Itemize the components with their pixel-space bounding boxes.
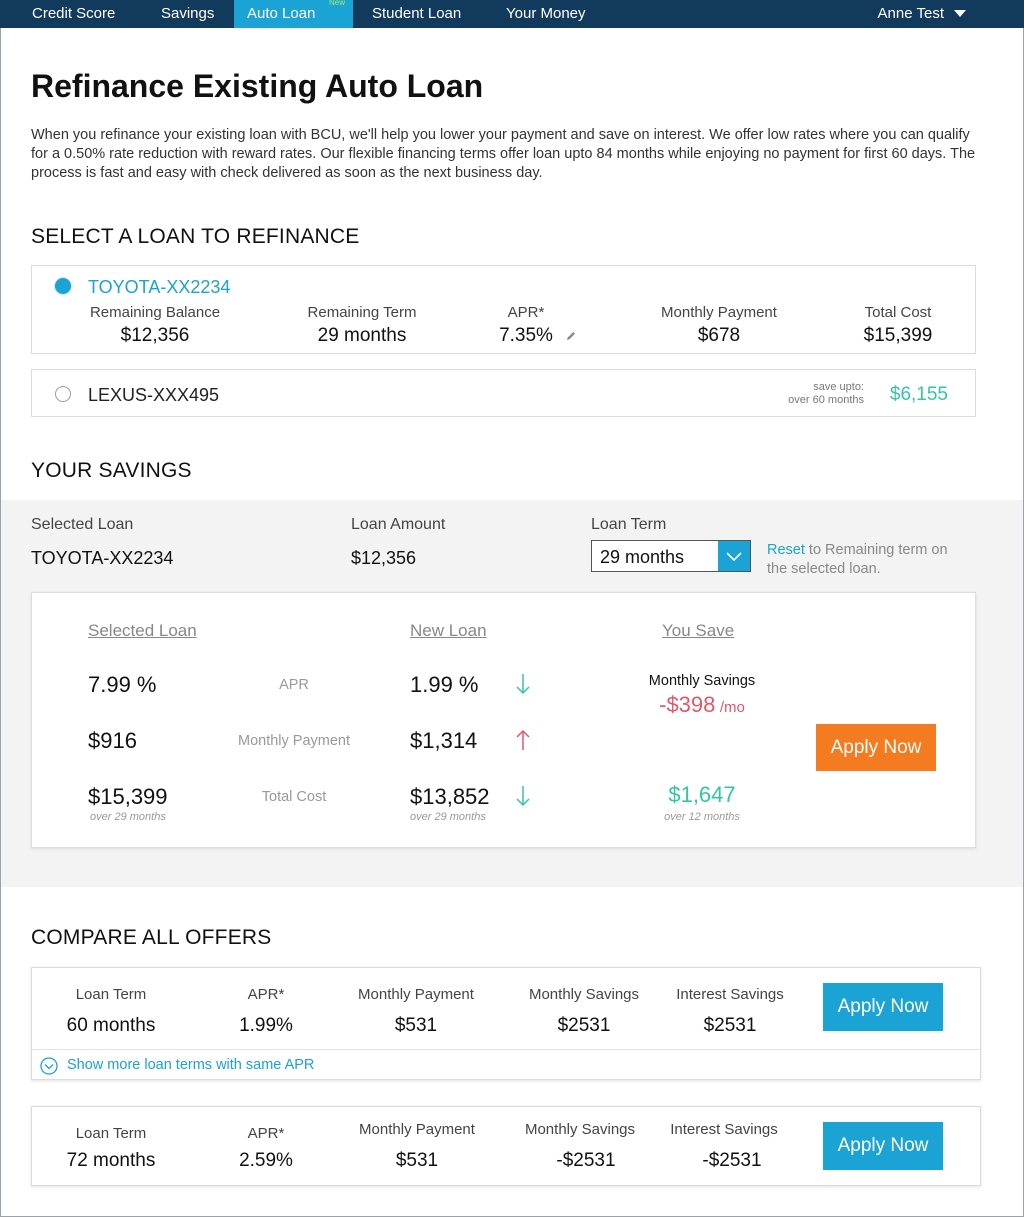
total-cost-value: $15,399 [863,325,933,346]
nav-item-label: Auto Loan [247,5,316,22]
total-cost-label: Total Cost [864,304,932,321]
remaining-balance-value: $12,356 [120,325,190,346]
loan-term-value: 72 months [66,1150,156,1171]
monthly-savings-unit: /mo [719,699,745,716]
save-upto-period: over 60 months [788,394,864,406]
new-monthly-payment: $1,314 [410,728,478,753]
monthly-savings-value: -$2531 [556,1150,616,1171]
your-savings-heading: YOUR SAVINGS [31,459,192,482]
reset-note: Reset to Remaining term on the selected … [767,541,957,579]
chevron-down-circle-icon [40,1057,58,1075]
apply-now-button[interactable]: Apply Now [816,724,936,771]
apr-value: 7.35% [499,325,553,346]
row-label-monthly-payment: Monthly Payment [237,733,351,749]
loan-term-select[interactable]: 29 months [591,540,751,572]
caret-down-icon[interactable] [954,10,966,17]
monthly-savings-label: Monthly Savings [524,1121,636,1138]
monthly-savings-amount: -$398 /mo [622,692,782,718]
total-savings-value: $1,647 [668,782,736,807]
new-total-cost: $13,852 [410,784,490,809]
arrow-up-icon [516,729,530,750]
row-label-total-cost: Total Cost [261,789,327,805]
total-savings-note: over 12 months [664,811,740,823]
offer-card-72: Loan Term 72 months APR* 2.59% Monthly P… [31,1106,981,1186]
save-amount: $6,155 [889,384,948,405]
selected-total-cost: $15,399 [88,784,168,809]
selected-apr: 7.99 % [88,672,157,697]
loan-term-label: Loan Term [75,1125,147,1142]
apply-now-button[interactable]: Apply Now [823,1122,943,1170]
selected-total-cost-note: over 29 months [90,811,166,823]
reset-link[interactable]: Reset [767,542,805,558]
save-upto-note: save upto: over 60 months [732,381,864,407]
apr-label: APR* [247,986,285,1003]
col-header-selected-loan: Selected Loan [88,621,197,640]
nav-item-student-loan[interactable]: Student Loan [372,0,461,28]
monthly-payment-label: Monthly Payment [358,986,474,1003]
radio-unselected-icon[interactable] [55,386,71,402]
monthly-payment-value: $678 [697,325,741,346]
monthly-savings-value: -$398 [659,692,716,717]
intro-text: When you refinance your existing loan wi… [31,127,976,181]
loan-term-value: 60 months [66,1015,156,1036]
remaining-balance-label: Remaining Balance [89,304,221,321]
arrow-down-icon [516,674,530,695]
nav-item-credit-score[interactable]: Credit Score [32,0,115,28]
page-title: Refinance Existing Auto Loan [31,68,484,104]
loan-term-label: Loan Term [75,986,147,1003]
monthly-payment-label: Monthly Payment [359,1121,475,1138]
apply-now-button[interactable]: Apply Now [823,983,943,1031]
loan-amount-value: $12,356 [351,548,417,568]
selected-loan-value: TOYOTA-XX2234 [31,548,174,568]
col-header-you-save: You Save [662,621,735,640]
monthly-payment-value: $531 [394,1015,438,1036]
pencil-icon[interactable] [565,330,577,342]
loan-amount-label: Loan Amount [351,516,446,533]
monthly-savings-value: $2531 [557,1015,611,1036]
apr-label: APR* [507,304,545,321]
nav-item-your-money[interactable]: Your Money [506,0,586,28]
show-more-label: Show more loan terms with same APR [67,1057,315,1073]
save-upto-line: save upto: [813,381,864,393]
apr-value: 1.99% [239,1015,293,1036]
interest-savings-value: -$2531 [702,1150,762,1171]
top-nav: Credit Score Savings Auto Loan New Stude… [0,0,1024,28]
loan-term-selected-value: 29 months [600,547,685,567]
remaining-term-value: 29 months [317,325,407,346]
new-total-cost-note: over 29 months [410,811,486,823]
comparison-card: Selected Loan New Loan You Save 7.99 % A… [31,592,976,848]
loan-card-toyota[interactable]: TOYOTA-XX2234 Remaining Balance $12,356 … [31,265,976,354]
offer-card-60: Loan Term 60 months APR* 1.99% Monthly P… [31,967,981,1080]
col-header-new-loan: New Loan [410,621,487,640]
interest-savings-label: Interest Savings [670,1121,778,1138]
loan-name: TOYOTA-XX2234 [88,277,231,297]
apr-label: APR* [247,1125,285,1142]
remaining-term-label: Remaining Term [307,304,417,321]
selected-loan-label: Selected Loan [31,516,134,533]
monthly-savings-label: Monthly Savings [528,986,640,1003]
dropdown-button[interactable] [718,541,750,571]
nav-item-savings[interactable]: Savings [161,0,214,28]
interest-savings-label: Interest Savings [676,986,784,1003]
apr-value: 2.59% [239,1150,293,1171]
monthly-savings-label: Monthly Savings [648,673,756,689]
compare-offers-heading: COMPARE ALL OFFERS [31,926,272,949]
interest-savings-value: $2531 [703,1015,757,1036]
chevron-down-icon [726,552,742,562]
show-more-terms-link[interactable]: Show more loan terms with same APR [32,1049,980,1081]
selected-monthly-payment: $916 [88,728,137,753]
loan-term-label: Loan Term [591,516,667,533]
monthly-payment-value: $531 [395,1150,439,1171]
radio-selected-icon[interactable] [55,278,71,294]
row-label-apr: APR [279,677,309,693]
new-badge: New [328,0,345,7]
monthly-payment-label: Monthly Payment [661,304,777,321]
arrow-down-icon [516,786,530,807]
user-menu[interactable]: Anne Test [878,0,944,28]
loan-card-lexus[interactable]: LEXUS-XXX495 save upto: over 60 months $… [31,369,976,417]
nav-item-auto-loan[interactable]: Auto Loan New [234,0,353,28]
loan-name: LEXUS-XXX495 [88,385,220,405]
new-apr: 1.99 % [410,672,479,697]
select-loan-heading: SELECT A LOAN TO REFINANCE [31,225,360,248]
